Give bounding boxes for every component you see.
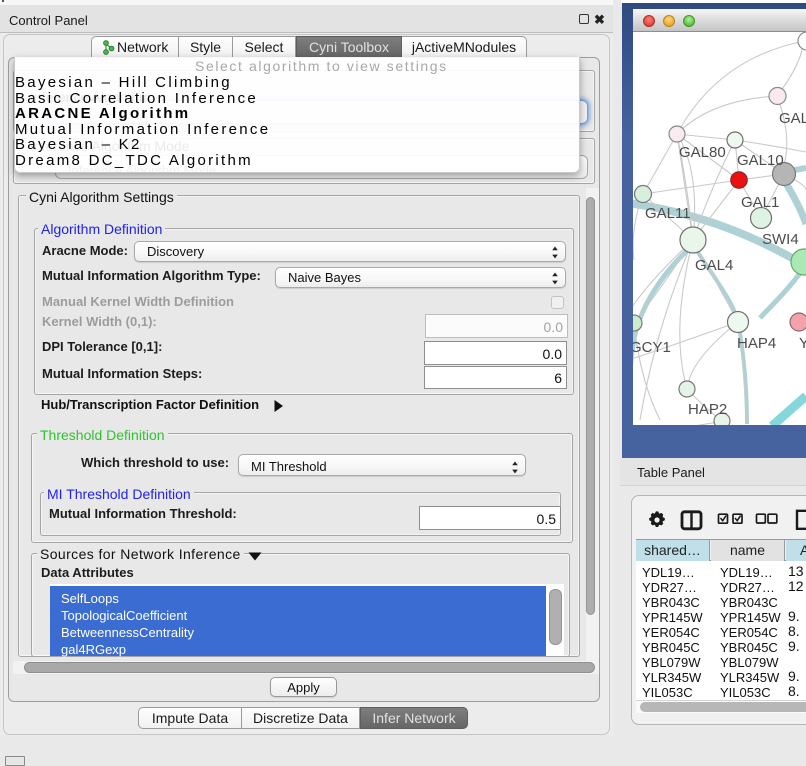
svg-text:GAL4: GAL4 [695,257,733,274]
svg-text:Y: Y [799,335,806,352]
svg-text:HAP4: HAP4 [737,335,776,352]
svg-text:GCY1: GCY1 [633,339,671,356]
svg-text:SWI4: SWI4 [762,231,799,248]
svg-text:GAL10: GAL10 [737,152,784,169]
svg-text:GAL1: GAL1 [741,194,779,211]
svg-text:GAL80: GAL80 [679,144,726,161]
svg-text:GAL: GAL [779,110,806,127]
svg-text:HAP2: HAP2 [688,401,727,418]
svg-text:GAL11: GAL11 [645,205,691,222]
